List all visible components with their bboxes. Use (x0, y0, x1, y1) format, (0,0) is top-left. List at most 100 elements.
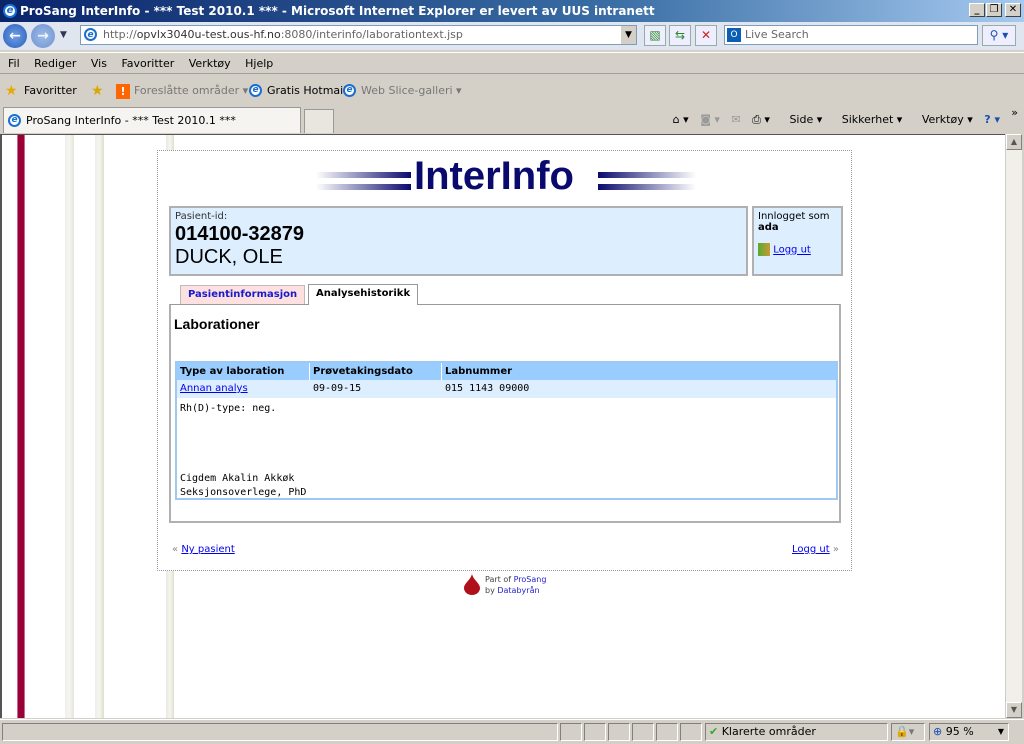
blood-drop-icon (464, 573, 480, 595)
decorative-stripe (95, 135, 104, 718)
command-bar: ⌂ ▾ ◙ ▾ ✉ ⎙ ▾ Side ▾ Sikkerhet ▾ Verktøy… (665, 106, 1000, 134)
suggested-sites-link[interactable]: Foreslåtte områder ▾ (134, 78, 248, 104)
suggested-sites-icon: ! (116, 84, 130, 99)
home-icon[interactable]: ⌂ ▾ (673, 113, 689, 126)
tab-analysehistorikk[interactable]: Analysehistorikk (308, 284, 419, 305)
status-pane (656, 723, 678, 741)
zoom-control[interactable]: ⊕ 95 % ▼ (929, 723, 1009, 741)
hotmail-link[interactable]: Gratis Hotmail (267, 78, 346, 104)
column-header-date: Prøvetakingsdato (310, 363, 442, 380)
logout-link[interactable]: Logg ut (773, 245, 811, 256)
tab-row: e ProSang InterInfo - *** Test 2010.1 **… (0, 106, 1024, 134)
page-menu[interactable]: Side ▾ (781, 113, 822, 126)
compatibility-view-icon[interactable]: ▧ (644, 25, 666, 46)
logged-in-user: ada (758, 222, 779, 233)
hotmail-icon: e (249, 84, 262, 97)
navigation-bar: ← → ▼ e http://opvlx3040u-test.ous-hf.no… (0, 22, 1024, 50)
decorative-red-stripe (17, 135, 25, 718)
footer-logout-link[interactable]: Logg ut (792, 544, 830, 555)
menu-fil[interactable]: Fil (8, 57, 20, 70)
menu-rediger[interactable]: Rediger (34, 57, 76, 70)
window-title: ProSang InterInfo - *** Test 2010.1 *** … (20, 4, 655, 18)
new-patient-link[interactable]: Ny pasient (181, 544, 234, 555)
content-panel: Laborationer Type av laboration Prøvetak… (169, 304, 841, 523)
lab-result-text: Rh(D)-type: neg. (180, 403, 277, 414)
protected-mode-icon[interactable]: 🔒▾ (891, 723, 925, 741)
menu-hjelp[interactable]: Hjelp (245, 57, 273, 70)
minimize-button[interactable]: _ (969, 3, 985, 17)
print-icon[interactable]: ⎙ ▾ (752, 113, 770, 126)
signer-name: Cigdem Akalin Akkøk (180, 473, 295, 484)
stop-icon[interactable]: ✕ (695, 25, 717, 46)
search-input[interactable]: O Live Search (724, 25, 978, 45)
patient-id-label: Pasient-id: (175, 211, 228, 222)
help-icon[interactable]: ? ▾ (984, 113, 1000, 126)
web-slice-gallery-link[interactable]: Web Slice-galleri ▾ (361, 78, 462, 104)
scroll-up-button[interactable]: ▲ (1006, 134, 1022, 150)
back-button[interactable]: ← (3, 24, 27, 48)
favorites-button[interactable]: Favoritter (24, 78, 77, 104)
login-box: Innlogget som ada Logg ut (752, 206, 843, 276)
status-pane (584, 723, 606, 741)
favorites-bar: ★ Favoritter ★ ! Foreslåtte områder ▾ e … (0, 78, 1024, 104)
section-heading: Laborationer (174, 316, 260, 332)
status-pane (632, 723, 654, 741)
patient-id: 014100-32879 (175, 223, 305, 245)
menu-favoritter[interactable]: Favoritter (121, 57, 174, 70)
column-header-labnumber: Labnummer (442, 363, 836, 380)
web-slice-icon: e (343, 84, 356, 97)
menu-verktoy[interactable]: Verktøy (189, 57, 231, 70)
browser-tab-active[interactable]: e ProSang InterInfo - *** Test 2010.1 **… (3, 107, 301, 133)
forward-button[interactable]: → (31, 24, 55, 48)
prosang-link[interactable]: ProSang (514, 575, 547, 584)
page-icon: e (84, 28, 97, 41)
close-window-button[interactable]: ✕ (1005, 3, 1021, 17)
zoom-dropdown-icon[interactable]: ▼ (998, 724, 1004, 740)
refresh-icon[interactable]: ⇆ (669, 25, 691, 46)
menu-vis[interactable]: Vis (91, 57, 107, 70)
tools-menu[interactable]: Verktøy ▾ (914, 113, 973, 126)
address-bar[interactable]: e http://opvlx3040u-test.ous-hf.no:8080/… (80, 25, 637, 45)
search-button[interactable]: ⚲ ▾ (982, 25, 1016, 46)
status-pane (608, 723, 630, 741)
lab-date: 09-09-15 (310, 380, 442, 398)
lab-number: 015 1143 09000 (442, 380, 836, 398)
chevron-more-icon[interactable]: » (1011, 106, 1018, 119)
security-menu[interactable]: Sikkerhet ▾ (834, 113, 903, 126)
lab-table: Type av laboration Prøvetakingsdato Labn… (175, 361, 838, 500)
new-patient-nav: « Ny pasient (172, 544, 235, 555)
lab-type-link[interactable]: Annan analys (180, 383, 248, 394)
interinfo-logo: InterInfo (316, 154, 696, 200)
status-pane (560, 723, 582, 741)
page-viewport: InterInfo Pasient-id: 014100-32879 DUCK,… (0, 134, 1005, 718)
tab-ie-icon: e (8, 114, 21, 127)
restore-button[interactable]: ❐ (986, 3, 1002, 17)
patient-name: DUCK, OLE (175, 246, 283, 268)
history-dropdown-icon[interactable]: ▼ (60, 30, 67, 40)
patient-box: Pasient-id: 014100-32879 DUCK, OLE (169, 206, 748, 276)
decorative-stripe (65, 135, 74, 718)
tab-pasientinformasjon[interactable]: Pasientinformasjon (180, 285, 306, 305)
table-row: Annan analys (177, 380, 310, 398)
feeds-icon[interactable]: ◙ ▾ (700, 113, 720, 126)
add-favorite-icon[interactable]: ★ (91, 78, 104, 104)
vertical-scrollbar[interactable]: ▲ ▼ (1005, 134, 1022, 718)
new-tab-button[interactable] (304, 109, 334, 133)
menu-bar: Fil Rediger Vis Favoritter Verktøy Hjelp (0, 52, 1024, 74)
logged-in-label: Innlogget som (758, 211, 830, 222)
page-container: InterInfo Pasient-id: 014100-32879 DUCK,… (157, 150, 852, 571)
scroll-down-button[interactable]: ▼ (1006, 702, 1022, 718)
signer-title: Seksjonsoverlege, PhD (180, 487, 307, 498)
address-dropdown-icon[interactable]: ▼ (621, 26, 636, 44)
live-search-icon: O (727, 28, 741, 42)
window-title-bar: e ProSang InterInfo - *** Test 2010.1 **… (0, 0, 1024, 22)
status-pane (680, 723, 702, 741)
favorites-star-icon: ★ (5, 83, 18, 99)
databyran-link[interactable]: Databyrån (497, 586, 539, 595)
logout-nav: Logg ut » (792, 544, 839, 555)
checkmark-icon: ✔ (709, 725, 719, 738)
security-zone[interactable]: ✔ Klarerte områder (705, 723, 888, 741)
mail-icon[interactable]: ✉ (731, 113, 740, 126)
credit-text: Part of ProSang by Databyrån (485, 575, 547, 595)
status-text (2, 723, 558, 741)
